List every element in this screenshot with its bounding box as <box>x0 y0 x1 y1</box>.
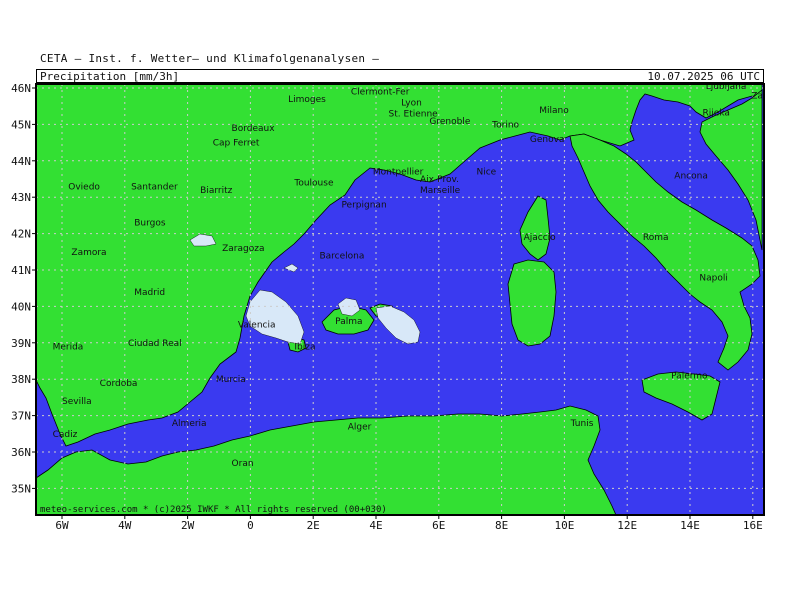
lon-tick-label: 14E <box>680 519 700 532</box>
city-label: Montpellier <box>373 168 424 178</box>
precipitation-map: Clermont-FerLimoges LyonSt. EtienneGrenob… <box>11 82 785 532</box>
city-label: Merida <box>53 342 84 352</box>
lon-tick-label: 2E <box>307 519 320 532</box>
lat-tick-label: 43N <box>11 191 31 204</box>
city-label: Ibiza <box>294 342 315 352</box>
city-label: Bordeaux <box>232 124 276 134</box>
lon-tick-label: 8E <box>495 519 508 532</box>
city-label: Ajaccio <box>524 233 557 243</box>
city-label: Limoges <box>288 95 326 105</box>
city-label: Split <box>765 175 785 185</box>
lon-tick-label: 2W <box>181 519 195 532</box>
lon-tick-label: 16E <box>743 519 763 532</box>
city-label: Zamora <box>71 248 106 258</box>
lat-tick-label: 40N <box>11 300 31 313</box>
lon-tick-label: 4W <box>118 519 132 532</box>
city-label: Murcia <box>216 375 246 385</box>
city-label: Oviedo <box>68 182 100 192</box>
city-label: Almeria <box>172 419 207 429</box>
city-label: Rijeka <box>703 108 730 118</box>
lat-tick-label: 39N <box>11 337 31 350</box>
lat-tick-label: 42N <box>11 228 31 241</box>
lat-tick-label: 46N <box>11 82 31 95</box>
lon-tick-label: 10E <box>554 519 574 532</box>
lat-tick-label: 36N <box>11 446 31 459</box>
city-label: Oran <box>232 459 254 469</box>
city-label: Barcelona <box>319 251 364 261</box>
lat-tick-label: 41N <box>11 264 31 277</box>
lat-tick-label: 45N <box>11 118 31 131</box>
city-label: Cadiz <box>53 430 78 440</box>
city-label: Alger <box>348 423 372 433</box>
lon-tick-label: 6W <box>55 519 69 532</box>
city-label: Ancona <box>674 171 708 181</box>
city-label: Perpignan <box>341 200 386 210</box>
city-label: Marseille <box>420 186 461 196</box>
city-label: Nice <box>476 168 496 178</box>
lon-tick-label: 4E <box>369 519 382 532</box>
city-label: Roma <box>643 233 669 243</box>
lon-tick-label: 12E <box>617 519 637 532</box>
city-label: Milano <box>539 106 569 116</box>
lat-tick-label: 35N <box>11 482 31 495</box>
city-label: Sevilla <box>62 397 92 407</box>
city-label: Palermo <box>671 372 708 382</box>
longitude-axis: 6W 4W 2W 0 2E 4E 6E 8E 10E 12E 14E 16E <box>55 515 763 532</box>
city-label: Burgos <box>134 219 166 229</box>
city-label: Lyon <box>401 99 422 109</box>
city-label: Cap Ferret <box>213 139 260 149</box>
lat-tick-label: 38N <box>11 373 31 386</box>
city-label: Genova <box>530 135 565 145</box>
city-label: Napoli <box>699 273 727 283</box>
city-label: Valencia <box>238 321 276 331</box>
lat-tick-label: 37N <box>11 410 31 423</box>
city-label: Toulouse <box>293 179 334 189</box>
city-label: Madrid <box>134 288 165 298</box>
city-label: Zaragoza <box>222 244 264 254</box>
city-label: Biarritz <box>200 186 232 196</box>
land-sardinia <box>507 259 557 347</box>
lon-tick-label: 0 <box>247 519 254 532</box>
city-label: Zagreb <box>751 91 783 101</box>
map-body: Clermont-FerLimoges LyonSt. EtienneGrenob… <box>36 84 785 515</box>
credit-text: meteo-services.com * (c)2025 IWKF * All … <box>40 505 387 515</box>
city-label: Torino <box>491 120 519 130</box>
lon-tick-label: 6E <box>432 519 445 532</box>
city-label: Aix-Prov. <box>420 175 459 185</box>
lat-tick-label: 44N <box>11 155 31 168</box>
city-label: Santander <box>131 182 178 192</box>
city-label: Ciudad Real <box>128 339 182 349</box>
city-label: Tunis <box>570 419 594 429</box>
latitude-axis: 46N 45N 44N 43N 42N 41N 40N 39N 38N 37N 36N 35N <box>11 82 36 495</box>
city-label: Clermont-Fer <box>351 88 410 98</box>
city-label: Cordoba <box>100 379 138 389</box>
city-label: Grenoble <box>429 117 470 127</box>
city-label: Palma <box>335 317 362 327</box>
